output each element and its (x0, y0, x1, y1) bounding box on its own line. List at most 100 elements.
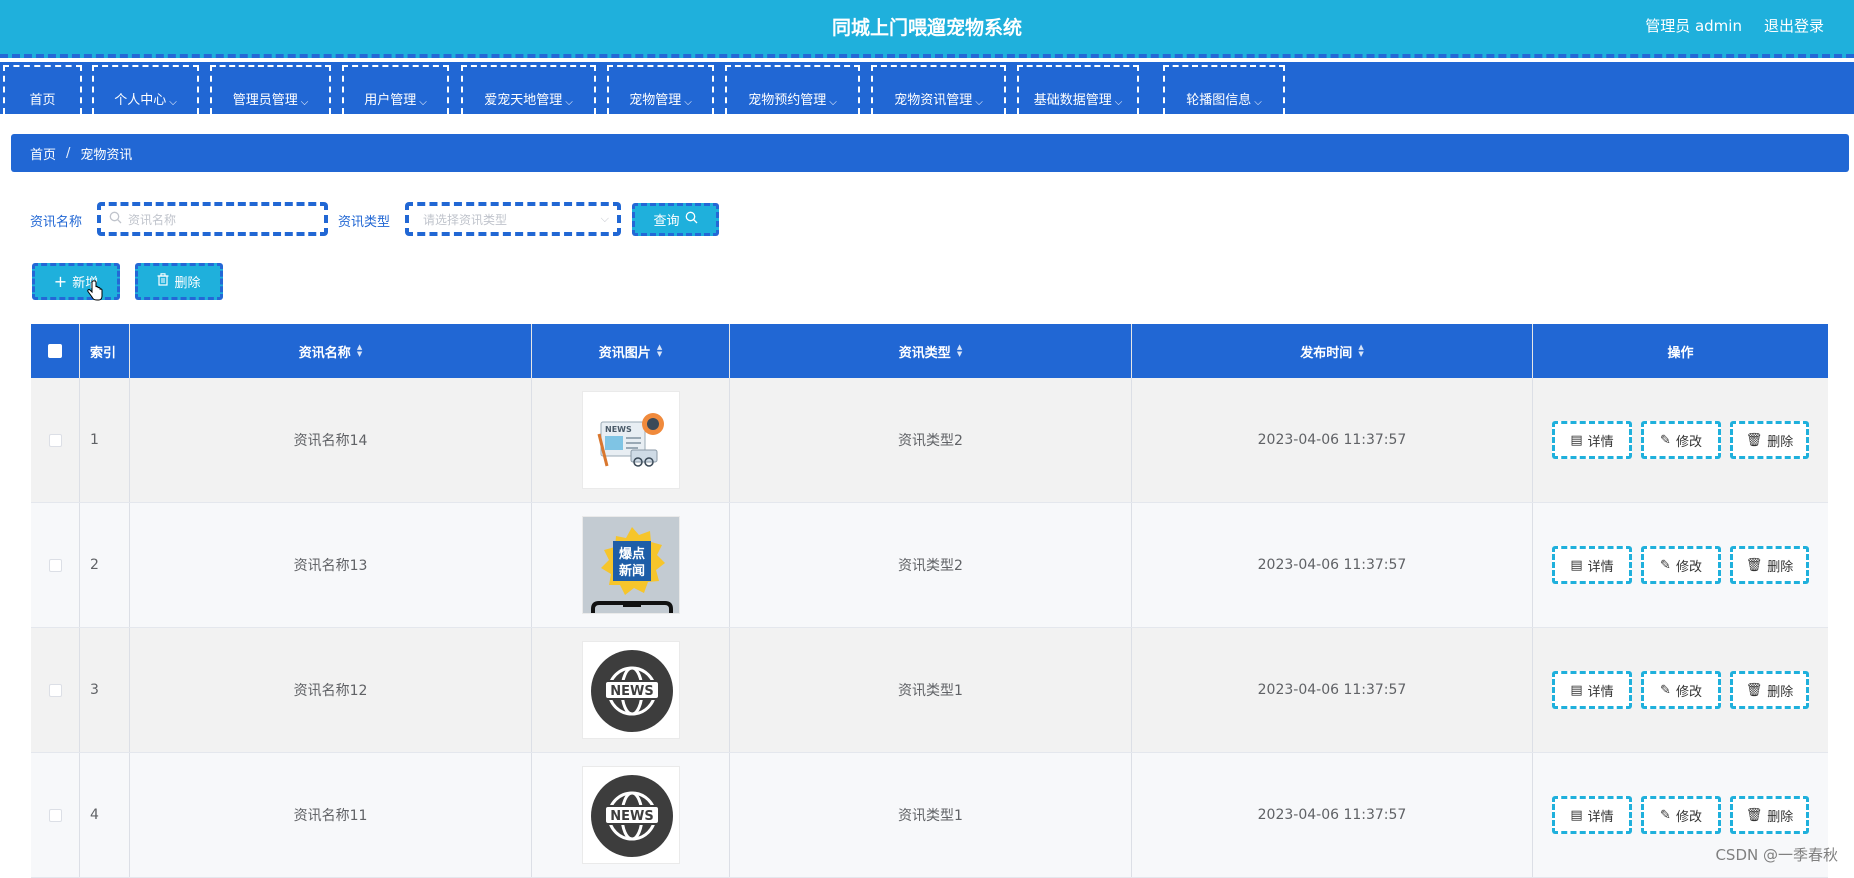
svg-text:NEWS: NEWS (610, 809, 653, 824)
row-actions: ▤ 详情 ✎ 修改 🗑︎ 删除 (1533, 628, 1828, 752)
breadcrumb-home[interactable]: 首页 (30, 144, 56, 163)
edit-button[interactable]: ✎ 修改 (1641, 546, 1721, 584)
detail-button[interactable]: ▤ 详情 (1552, 671, 1632, 709)
query-button[interactable]: 查询 (632, 203, 719, 236)
row-checkbox[interactable] (48, 683, 62, 697)
batch-delete-button[interactable]: 删除 (135, 263, 223, 300)
watermark: CSDN @一季春秋 (1715, 846, 1838, 864)
nav-item-label: 宠物预约管理 (748, 93, 827, 108)
header-user-area: 管理员 admin 退出登录 (1645, 15, 1824, 36)
column-header-time[interactable]: 发布时间 ▲ ▼ (1132, 324, 1533, 378)
delete-button[interactable]: 🗑︎ 删除 (1730, 796, 1809, 834)
nav-item-personal-center[interactable]: 个人中心 ⌵ (92, 65, 199, 114)
edit-button[interactable]: ✎ 修改 (1641, 421, 1721, 459)
table-row: 2 资讯名称13 爆点 新闻 资讯类型2 2023-04-06 11:37:57… (31, 503, 1828, 628)
news-name-placeholder: 资讯名称 (128, 212, 177, 227)
nav-item-label: 个人中心 (114, 93, 167, 108)
delete-button[interactable]: 🗑︎ 删除 (1730, 546, 1809, 584)
nav-item-pet-news-management[interactable]: 宠物资讯管理 ⌵ (871, 65, 1006, 114)
nav-item-pet-world-management[interactable]: 爱宠天地管理 ⌵ (461, 65, 596, 114)
nav-item-home[interactable]: 首页 (3, 65, 82, 114)
pencil-icon: ✎ (1660, 807, 1671, 823)
column-header-name[interactable]: 资讯名称 ▲ ▼ (130, 324, 532, 378)
row-publish-time: 2023-04-06 11:37:57 (1132, 628, 1533, 752)
detail-button[interactable]: ▤ 详情 (1552, 421, 1632, 459)
hot-news-image[interactable]: 爆点 新闻 (581, 516, 680, 614)
mouse-cursor-icon (86, 280, 104, 306)
column-header-index-label: 索引 (90, 345, 117, 361)
nav-item-carousel-info[interactable]: 轮播图信息 ⌵ (1163, 65, 1285, 114)
batch-delete-label: 删除 (174, 276, 201, 291)
row-news-type: 资讯类型1 (730, 628, 1132, 752)
row-index: 4 (80, 753, 130, 877)
edit-button[interactable]: ✎ 修改 (1641, 671, 1721, 709)
row-checkbox[interactable] (48, 808, 62, 822)
news-illustration-image[interactable]: NEWS (581, 391, 680, 489)
svg-text:NEWS: NEWS (610, 684, 653, 699)
add-button[interactable]: + 新增 (32, 263, 120, 300)
edit-button-label: 修改 (1675, 684, 1702, 700)
search-icon (109, 211, 122, 227)
app-title: 同城上门喂遛宠物系统 (831, 17, 1022, 39)
chevron-down-icon: ⌵ (829, 97, 837, 108)
delete-button[interactable]: 🗑︎ 删除 (1730, 421, 1809, 459)
pencil-icon: ✎ (1660, 557, 1671, 573)
edit-button[interactable]: ✎ 修改 (1641, 796, 1721, 834)
row-checkbox[interactable] (48, 433, 62, 447)
chevron-down-icon: ⌵ (975, 97, 983, 108)
column-header-image[interactable]: 资讯图片 ▲ ▼ (532, 324, 730, 378)
column-header-ops-label: 操作 (1667, 345, 1694, 361)
row-select-cell (31, 503, 80, 627)
row-select-cell (31, 378, 80, 502)
top-header: 同城上门喂遛宠物系统 管理员 admin 退出登录 (0, 0, 1854, 58)
column-header-time-label: 发布时间 (1300, 345, 1353, 361)
nav-item-admin-management[interactable]: 管理员管理 ⌵ (210, 65, 331, 114)
news-type-placeholder: 请选择资讯类型 (423, 212, 508, 227)
svg-text:新闻: 新闻 (618, 563, 644, 579)
sort-icon[interactable]: ▲ ▼ (357, 344, 362, 358)
breadcrumb-current: 宠物资讯 (80, 147, 133, 163)
trash-icon: 🗑︎ (1745, 682, 1763, 698)
breadcrumb: 首页 / 宠物资讯 (11, 134, 1849, 172)
news-type-select[interactable]: 请选择资讯类型 ⌵ (405, 202, 621, 236)
row-checkbox[interactable] (48, 558, 62, 572)
trash-icon (157, 273, 169, 290)
nav-item-label: 管理员管理 (232, 93, 298, 108)
nav-item-label: 用户管理 (364, 93, 417, 108)
news-globe-image[interactable]: NEWS (581, 641, 680, 739)
news-name-search-input[interactable]: 资讯名称 (97, 202, 328, 236)
table-row: 1 资讯名称14 NEWS 资讯类型2 2023-04-06 11:37:57 … (31, 378, 1828, 503)
sort-icon[interactable]: ▲ ▼ (657, 344, 662, 358)
row-news-name: 资讯名称14 (130, 378, 532, 502)
delete-button[interactable]: 🗑︎ 删除 (1730, 671, 1809, 709)
row-image-cell: NEWS (532, 628, 730, 752)
nav-item-label: 轮播图信息 (1186, 93, 1252, 108)
news-name-label: 资讯名称 (30, 215, 83, 230)
row-index: 3 (80, 628, 130, 752)
nav-item-pet-booking-management[interactable]: 宠物预约管理 ⌵ (725, 65, 860, 114)
query-button-label: 查询 (653, 214, 680, 229)
nav-item-user-management[interactable]: 用户管理 ⌵ (342, 65, 449, 114)
select-all-cell (31, 324, 80, 378)
news-globe-image[interactable]: NEWS (581, 766, 680, 864)
nav-item-label: 首页 (29, 93, 56, 108)
nav-item-pet-management[interactable]: 宠物管理 ⌵ (607, 65, 714, 114)
detail-button[interactable]: ▤ 详情 (1552, 796, 1632, 834)
row-news-type: 资讯类型1 (730, 753, 1132, 877)
chevron-down-icon: ⌵ (419, 97, 427, 108)
row-news-type: 资讯类型2 (730, 378, 1132, 502)
nav-item-basic-data-management[interactable]: 基础数据管理 ⌵ (1017, 65, 1139, 114)
edit-button-label: 修改 (1675, 434, 1702, 450)
select-all-checkbox[interactable] (48, 344, 62, 358)
delete-button-label: 删除 (1767, 809, 1794, 825)
detail-button[interactable]: ▤ 详情 (1552, 546, 1632, 584)
pencil-icon: ✎ (1660, 432, 1671, 448)
column-header-type[interactable]: 资讯类型 ▲ ▼ (730, 324, 1132, 378)
row-image-cell: NEWS (532, 378, 730, 502)
sort-icon[interactable]: ▲ ▼ (957, 344, 962, 358)
logout-link[interactable]: 退出登录 (1764, 15, 1824, 36)
sort-icon[interactable]: ▲ ▼ (1358, 344, 1363, 358)
row-image-cell: NEWS (532, 753, 730, 877)
main-nav: 首页 个人中心 ⌵ 管理员管理 ⌵ 用户管理 ⌵ 爱宠天地管理 ⌵ 宠物管理 ⌵ 宠物预约… (0, 62, 1854, 114)
column-header-index: 索引 (80, 324, 130, 378)
